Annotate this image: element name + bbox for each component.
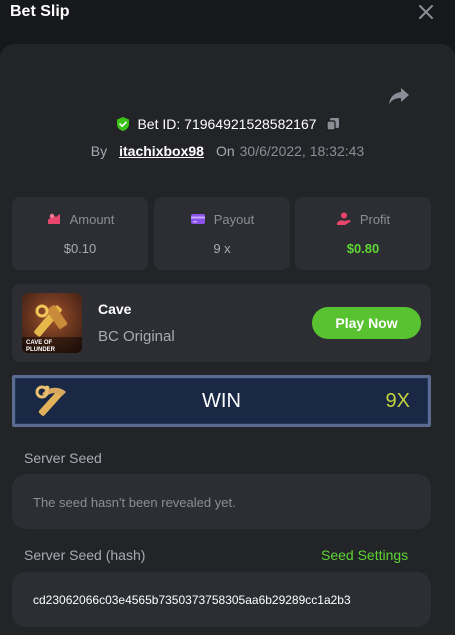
by-label: By (90, 143, 108, 159)
bet-id-row: Bet ID: 71964921528582167 (0, 114, 455, 134)
svg-text:PLUNDER: PLUNDER (26, 347, 56, 353)
server-seed-label: Server Seed (24, 450, 102, 466)
result-multiplier: 9X (385, 390, 410, 412)
close-icon[interactable] (416, 2, 436, 22)
game-subtitle: BC Original (98, 328, 175, 345)
result-label: WIN (202, 390, 241, 412)
bet-date: 30/6/2022, 18:32:43 (239, 143, 365, 159)
game-name: Cave (98, 301, 132, 317)
result-banner: WIN 9X (12, 375, 431, 427)
shield-check-icon (117, 117, 130, 131)
server-seed-value: The seed hasn't been revealed yet. (33, 495, 236, 510)
game-card: CAVE OF PLUNDER Cave BC Original Play No… (12, 284, 431, 362)
on-label: On (215, 143, 235, 159)
amount-icon (47, 213, 60, 224)
bet-id: Bet ID: 71964921528582167 (137, 116, 317, 132)
header: Bet Slip (0, 0, 455, 44)
dialog-title: Bet Slip (10, 3, 70, 20)
share-icon[interactable] (388, 86, 410, 106)
profit-value: $0.80 (346, 241, 380, 256)
amount-label: Amount (69, 211, 115, 227)
profit-label: Profit (359, 211, 391, 227)
payout-icon (190, 214, 205, 224)
bet-meta-row: By itachixbox98 On 30/6/2022, 18:32:43 (0, 141, 455, 161)
svg-text:CAVE OF: CAVE OF (26, 340, 53, 346)
server-seed-field[interactable]: The seed hasn't been revealed yet. (12, 474, 431, 529)
amount-value: $0.10 (63, 241, 97, 256)
server-seed-hash-field[interactable]: cd23062066c03e4565b7350373758305aa6b2928… (12, 572, 431, 627)
payout-label: Payout (213, 211, 255, 227)
server-seed-hash-label: Server Seed (hash) (24, 547, 146, 563)
game-thumbnail[interactable]: CAVE OF PLUNDER (22, 293, 82, 353)
seed-settings-link[interactable]: Seed Settings (321, 547, 408, 563)
copy-icon[interactable] (325, 117, 340, 131)
profit-card: Profit $0.80 (295, 197, 431, 270)
server-seed-hash-value: cd23062066c03e4565b7350373758305aa6b2928… (33, 593, 351, 607)
play-now-button[interactable]: Play Now (312, 307, 421, 339)
payout-card: Payout 9 x (154, 197, 290, 270)
cave-game-logo-icon: CAVE OF PLUNDER (22, 293, 82, 353)
profit-icon (336, 212, 351, 225)
payout-value: 9 x (213, 241, 231, 256)
username-link[interactable]: itachixbox98 (119, 143, 204, 159)
amount-card: Amount $0.10 (12, 197, 148, 270)
